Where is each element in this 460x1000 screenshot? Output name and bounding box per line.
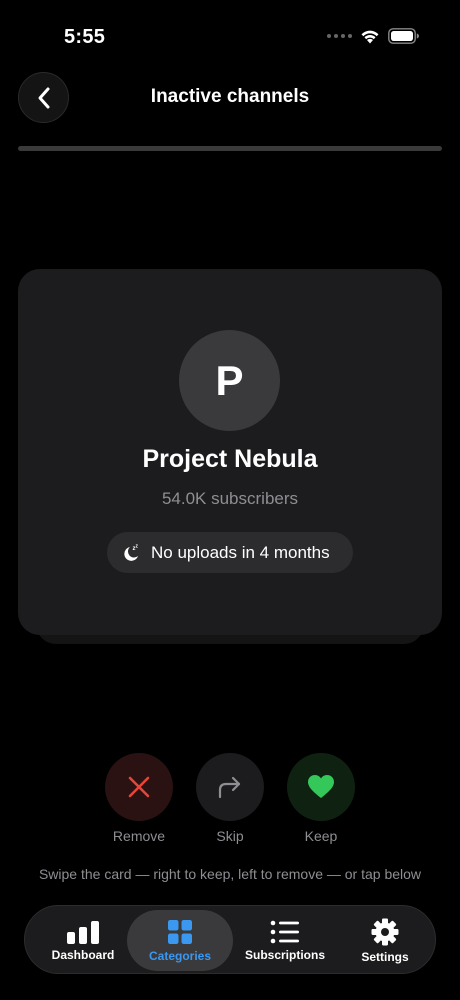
moon-zzz-icon: z z (124, 543, 139, 561)
remove-button[interactable] (105, 753, 173, 821)
inactive-badge: z z No uploads in 4 months (107, 532, 353, 573)
keep-button[interactable] (287, 753, 355, 821)
tab-subscriptions[interactable]: Subscriptions (235, 910, 335, 971)
inactive-text: No uploads in 4 months (151, 542, 330, 562)
wifi-icon (361, 30, 379, 44)
signal-dots-icon (327, 34, 352, 38)
heart-icon (308, 775, 334, 798)
remove-action[interactable]: Remove (105, 753, 173, 844)
svg-text:z: z (136, 543, 139, 549)
status-time: 5:55 (64, 26, 106, 48)
swipe-hint: Swipe the card — right to keep, left to … (38, 866, 422, 882)
tab-dashboard[interactable]: Dashboard (33, 910, 133, 971)
tab-settings[interactable]: Settings (335, 910, 435, 971)
grid-icon (168, 919, 192, 944)
skip-label: Skip (216, 828, 244, 844)
list-icon (270, 920, 299, 943)
x-icon (128, 776, 150, 798)
tab-label: Subscriptions (244, 947, 325, 962)
tab-label: Settings (361, 949, 409, 964)
tab-label: Dashboard (51, 947, 115, 962)
bar-chart-icon (67, 920, 99, 944)
remove-label: Remove (112, 828, 166, 844)
tab-bar: Dashboard Categories Subscriptions Setti… (24, 905, 436, 974)
keep-label: Keep (304, 828, 338, 844)
gear-icon (371, 918, 399, 945)
tab-label: Categories (148, 948, 212, 963)
channel-card[interactable]: P Project Nebula 54.0K subscribers z z N… (18, 269, 442, 635)
page-title: Inactive channels (150, 86, 310, 107)
avatar: P (179, 330, 280, 431)
battery-icon (388, 28, 419, 44)
tab-categories[interactable]: Categories (127, 910, 233, 971)
share-arrow-icon (218, 776, 241, 799)
keep-action[interactable]: Keep (287, 753, 355, 844)
channel-name: Project Nebula (142, 445, 318, 473)
subscriber-count: 54.0K subscribers (161, 489, 299, 508)
progress-bar (18, 146, 442, 151)
status-icons (327, 28, 420, 44)
skip-action[interactable]: Skip (196, 753, 264, 844)
skip-button[interactable] (196, 753, 264, 821)
